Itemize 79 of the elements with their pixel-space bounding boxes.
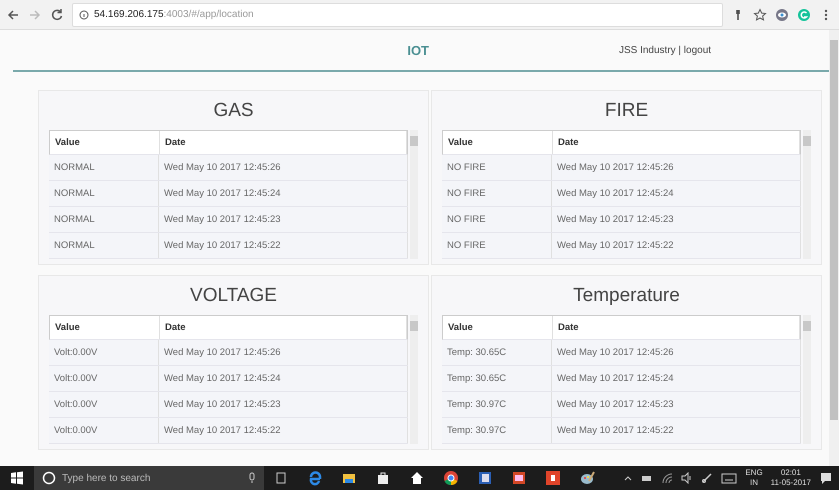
table-cell: Volt:0.00V bbox=[49, 340, 159, 365]
table-cell: NORMAL bbox=[49, 207, 159, 232]
table-cell: NORMAL bbox=[49, 181, 159, 206]
table-cell: Volt:0.00V bbox=[49, 418, 159, 443]
table-cell: Wed May 10 2017 12:45:26 bbox=[159, 340, 408, 365]
column-header: Date bbox=[553, 316, 800, 339]
column-header: Value bbox=[443, 131, 553, 154]
pen-icon bbox=[701, 472, 714, 484]
table-cell: Wed May 10 2017 12:45:24 bbox=[552, 366, 801, 391]
table-cell: Wed May 10 2017 12:45:22 bbox=[159, 233, 408, 258]
wifi-icon bbox=[661, 472, 674, 484]
table-scrollbar[interactable] bbox=[803, 315, 811, 444]
table-cell: Temp: 30.97C bbox=[442, 418, 552, 443]
region-label[interactable]: IN bbox=[750, 478, 758, 488]
column-header: Date bbox=[160, 316, 407, 339]
slides-icon[interactable] bbox=[511, 470, 527, 486]
reload-icon[interactable] bbox=[50, 8, 64, 22]
column-header: Value bbox=[50, 316, 160, 339]
table-cell: Temp: 30.65C bbox=[442, 366, 552, 391]
document-icon[interactable] bbox=[477, 470, 493, 486]
star-icon[interactable] bbox=[753, 8, 767, 22]
app-title: IOT bbox=[407, 42, 429, 58]
table-cell: Wed May 10 2017 12:45:26 bbox=[552, 155, 801, 180]
windows-icon[interactable] bbox=[9, 470, 25, 486]
eye-icon[interactable] bbox=[775, 8, 789, 22]
speaker-icon bbox=[681, 472, 694, 484]
table-scrollbar[interactable] bbox=[410, 315, 418, 444]
panel-title: GAS bbox=[213, 100, 254, 122]
table-cell: Wed May 10 2017 12:45:26 bbox=[552, 340, 801, 365]
paint-icon[interactable] bbox=[579, 470, 595, 486]
chrome-icon[interactable] bbox=[443, 470, 459, 486]
table-cell: NO FIRE bbox=[442, 207, 552, 232]
table-cell: Wed May 10 2017 12:45:24 bbox=[552, 181, 801, 206]
microphone-icon bbox=[248, 472, 256, 484]
app-icon[interactable] bbox=[545, 470, 561, 486]
panel-title: Temperature bbox=[573, 285, 680, 307]
table-cell: Wed May 10 2017 12:45:24 bbox=[159, 181, 408, 206]
table-cell: Temp: 30.65C bbox=[442, 340, 552, 365]
table-cell: Volt:0.00V bbox=[49, 392, 159, 417]
home-icon[interactable] bbox=[409, 470, 425, 486]
panel-title: FIRE bbox=[604, 100, 648, 122]
table-scrollbar[interactable] bbox=[803, 130, 811, 259]
search-field[interactable]: Type here to search bbox=[34, 466, 264, 490]
page-scrollbar[interactable] bbox=[829, 30, 839, 466]
column-header: Date bbox=[553, 131, 800, 154]
language-label[interactable]: ENG bbox=[745, 468, 763, 478]
table-cell: NO FIRE bbox=[442, 155, 552, 180]
table-cell: NO FIRE bbox=[442, 233, 552, 258]
user-links[interactable]: JSS Industry | logout bbox=[618, 44, 712, 56]
table-cell: Wed May 10 2017 12:45:22 bbox=[552, 233, 801, 258]
info-icon bbox=[79, 10, 89, 20]
keyboard-icon bbox=[721, 472, 738, 484]
column-header: Date bbox=[160, 131, 407, 154]
notification-icon bbox=[819, 471, 833, 485]
address-field[interactable]: 54.169.206.175:4003/#/app/location bbox=[72, 2, 723, 26]
table-cell: Volt:0.00V bbox=[49, 366, 159, 391]
table-cell: NORMAL bbox=[49, 233, 159, 258]
column-header: Value bbox=[50, 131, 160, 154]
table-cell: Wed May 10 2017 12:45:23 bbox=[552, 207, 801, 232]
table-cell: Wed May 10 2017 12:45:24 bbox=[159, 366, 408, 391]
table-cell: Wed May 10 2017 12:45:23 bbox=[552, 392, 801, 417]
table-cell: Wed May 10 2017 12:45:22 bbox=[552, 418, 801, 443]
table-cell: Wed May 10 2017 12:45:23 bbox=[159, 392, 408, 417]
circle-icon bbox=[42, 471, 56, 485]
table-cell: NORMAL bbox=[49, 155, 159, 180]
clock-time[interactable]: 02:01 bbox=[780, 468, 801, 478]
panel-title: VOLTAGE bbox=[190, 285, 277, 307]
table-scrollbar[interactable] bbox=[410, 130, 418, 259]
browser-icon[interactable] bbox=[307, 470, 323, 486]
table-cell: Temp: 30.97C bbox=[442, 392, 552, 417]
battery-icon bbox=[641, 473, 654, 483]
table-cell: NO FIRE bbox=[442, 181, 552, 206]
table-cell: Wed May 10 2017 12:45:22 bbox=[159, 418, 408, 443]
table-cell: Wed May 10 2017 12:45:26 bbox=[159, 155, 408, 180]
store-icon[interactable] bbox=[375, 470, 391, 486]
clock-date[interactable]: 11-05-2017 bbox=[770, 478, 811, 488]
column-header: Value bbox=[443, 316, 553, 339]
back-icon[interactable] bbox=[6, 8, 20, 22]
table-cell: Wed May 10 2017 12:45:23 bbox=[159, 207, 408, 232]
